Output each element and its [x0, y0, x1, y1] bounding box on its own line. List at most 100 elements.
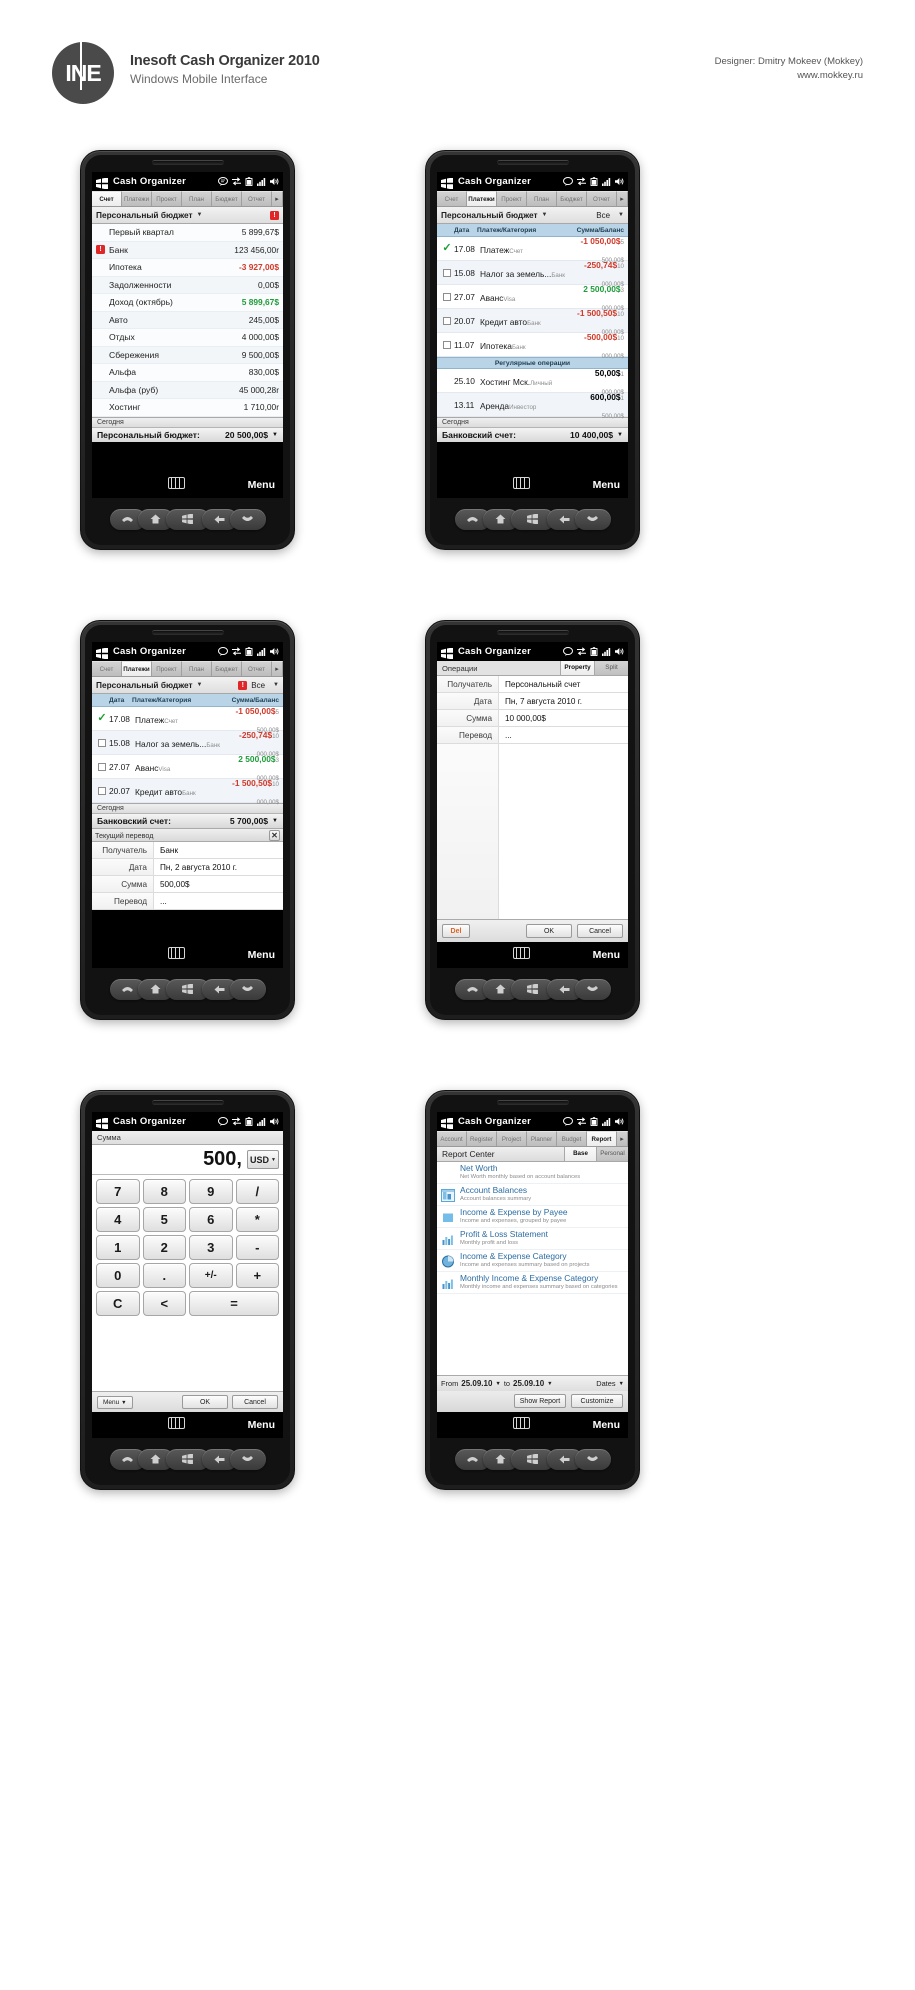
to-value[interactable]: 25.09.10: [513, 1379, 544, 1388]
chevron-down-icon[interactable]: ▼: [619, 1381, 624, 1387]
signal-icon[interactable]: [257, 647, 266, 656]
chevron-down-icon[interactable]: ▼: [617, 432, 623, 438]
alert-icon[interactable]: !: [238, 680, 248, 690]
tab-report[interactable]: Report: [587, 1131, 617, 1146]
message-icon[interactable]: [563, 177, 573, 186]
table-row[interactable]: Первый квартал 5 899,67$: [92, 224, 283, 242]
tab-planner[interactable]: План: [182, 191, 212, 206]
table-row[interactable]: Ипотека -3 927,00$: [92, 259, 283, 277]
tab-strip[interactable]: Счет Платежи Проект План Бюджет Отчет ▸: [437, 191, 628, 207]
delete-button[interactable]: Del: [442, 924, 470, 938]
key-4[interactable]: 4: [96, 1207, 140, 1232]
cancel-button[interactable]: Cancel: [232, 1395, 278, 1409]
tab-register[interactable]: Платежи: [467, 191, 497, 206]
table-row[interactable]: Авто 245,00$: [92, 311, 283, 329]
table-row[interactable]: 13.11 АрендаИнвестор 600,00$1 500,00$: [437, 392, 628, 420]
row-checkbox[interactable]: [440, 292, 454, 301]
list-item[interactable]: Account Balances Account balances summar…: [437, 1184, 628, 1206]
all-filter-label[interactable]: Все: [251, 681, 265, 690]
signal-icon[interactable]: [257, 177, 266, 186]
menu-softkey[interactable]: Menu: [593, 949, 620, 961]
tab-strip[interactable]: Счет Платежи Проект План Бюджет Отчет ▸: [92, 661, 283, 677]
chevron-down-icon[interactable]: ▼: [197, 682, 203, 688]
row-checkbox[interactable]: [95, 762, 109, 771]
table-row[interactable]: Доход (октябрь) 5 899,67$: [92, 294, 283, 312]
ok-button[interactable]: OK: [182, 1395, 228, 1409]
signal-icon[interactable]: [602, 647, 611, 656]
property-value[interactable]: Персональный счет: [499, 676, 628, 692]
key-equals[interactable]: =: [189, 1291, 279, 1316]
tab-strip[interactable]: Счет Платежи Проект План Бюджет Отчет ▸: [92, 191, 283, 207]
volume-icon[interactable]: [270, 1117, 279, 1126]
table-row[interactable]: Задолженности 0,00$: [92, 276, 283, 294]
table-row[interactable]: Отдых 4 000,00$: [92, 329, 283, 347]
tab-report[interactable]: Отчет: [587, 191, 617, 206]
summary-bar[interactable]: Персональный бюджет: 20 500,00$ ▼: [92, 426, 283, 442]
chevron-down-icon[interactable]: ▼: [542, 212, 548, 218]
chevron-down-icon[interactable]: ▼: [547, 1381, 552, 1387]
signal-icon[interactable]: [602, 177, 611, 186]
tab-budget[interactable]: Бюджет: [557, 191, 587, 206]
message-icon[interactable]: [218, 177, 228, 186]
currency-selector[interactable]: USD ▼: [247, 1150, 279, 1169]
menu-softkey[interactable]: Menu: [593, 1419, 620, 1431]
key-2[interactable]: 2: [142, 1235, 186, 1260]
tab-account[interactable]: Счет: [437, 191, 467, 206]
connectivity-icon[interactable]: [232, 647, 241, 656]
keyboard-icon[interactable]: [167, 947, 185, 959]
property-row[interactable]: Сумма 500,00$: [92, 876, 283, 893]
table-row[interactable]: Альфа (руб) 45 000,28r: [92, 381, 283, 399]
key-6[interactable]: 6: [189, 1207, 233, 1232]
property-row[interactable]: Получатель Персональный счет: [437, 676, 628, 693]
list-item[interactable]: Net Worth Net Worth monthly based on acc…: [437, 1162, 628, 1184]
tab-project[interactable]: Проект: [152, 191, 182, 206]
property-row[interactable]: Получатель Банк: [92, 842, 283, 859]
tab-budget[interactable]: Бюджет: [212, 661, 242, 676]
tab-project[interactable]: Проект: [152, 661, 182, 676]
tab-next-arrow[interactable]: ▸: [272, 191, 283, 206]
tab-base[interactable]: Base: [564, 1147, 596, 1161]
volume-icon[interactable]: [615, 647, 624, 656]
property-value[interactable]: Пн, 2 августа 2010 г.: [154, 859, 283, 875]
row-checkbox[interactable]: ✓: [95, 713, 109, 724]
key-decimal[interactable]: .: [142, 1263, 186, 1288]
end-call-button[interactable]: [574, 508, 611, 530]
alert-icon[interactable]: !: [96, 245, 105, 255]
keyboard-icon[interactable]: [512, 947, 530, 959]
row-checkbox[interactable]: [95, 738, 109, 747]
property-value[interactable]: Банк: [154, 842, 283, 858]
connectivity-icon[interactable]: [577, 1117, 586, 1126]
cancel-button[interactable]: Cancel: [577, 924, 623, 938]
list-item[interactable]: Income & Expense by Payee Income and exp…: [437, 1206, 628, 1228]
end-call-button[interactable]: [229, 508, 266, 530]
tab-report[interactable]: Отчет: [242, 661, 272, 676]
key-backspace[interactable]: <: [142, 1291, 186, 1316]
tab-register[interactable]: Платежи: [122, 191, 152, 206]
key-8[interactable]: 8: [142, 1179, 186, 1204]
keyboard-icon[interactable]: [167, 1417, 185, 1429]
table-row[interactable]: 20.07 Кредит автоБанк -1 500,50$10 000,0…: [92, 778, 283, 806]
tab-project[interactable]: Проект: [497, 191, 527, 206]
tab-budget[interactable]: Budget: [557, 1131, 587, 1146]
key-divide[interactable]: /: [235, 1179, 279, 1204]
row-checkbox[interactable]: [440, 340, 454, 349]
battery-icon[interactable]: [590, 177, 598, 186]
tab-next-arrow[interactable]: ▸: [617, 191, 628, 206]
property-value[interactable]: Пн, 7 августа 2010 г.: [499, 693, 628, 709]
volume-icon[interactable]: [270, 647, 279, 656]
property-value[interactable]: 500,00$: [154, 876, 283, 892]
list-item[interactable]: Income & Expense Category Income and exp…: [437, 1250, 628, 1272]
end-call-button[interactable]: [574, 978, 611, 1000]
battery-icon[interactable]: [590, 1117, 598, 1126]
key-minus[interactable]: -: [235, 1235, 279, 1260]
list-item[interactable]: Profit & Loss Statement Monthly profit a…: [437, 1228, 628, 1250]
row-checkbox[interactable]: [440, 316, 454, 325]
tab-budget[interactable]: Бюджет: [212, 191, 242, 206]
chevron-down-icon[interactable]: ▼: [197, 212, 203, 218]
connectivity-icon[interactable]: [577, 177, 586, 186]
connectivity-icon[interactable]: [232, 177, 241, 186]
keyboard-icon[interactable]: [167, 477, 185, 489]
volume-icon[interactable]: [615, 177, 624, 186]
tab-register[interactable]: Платежи: [122, 661, 152, 676]
menu-softkey[interactable]: Menu: [248, 949, 275, 961]
